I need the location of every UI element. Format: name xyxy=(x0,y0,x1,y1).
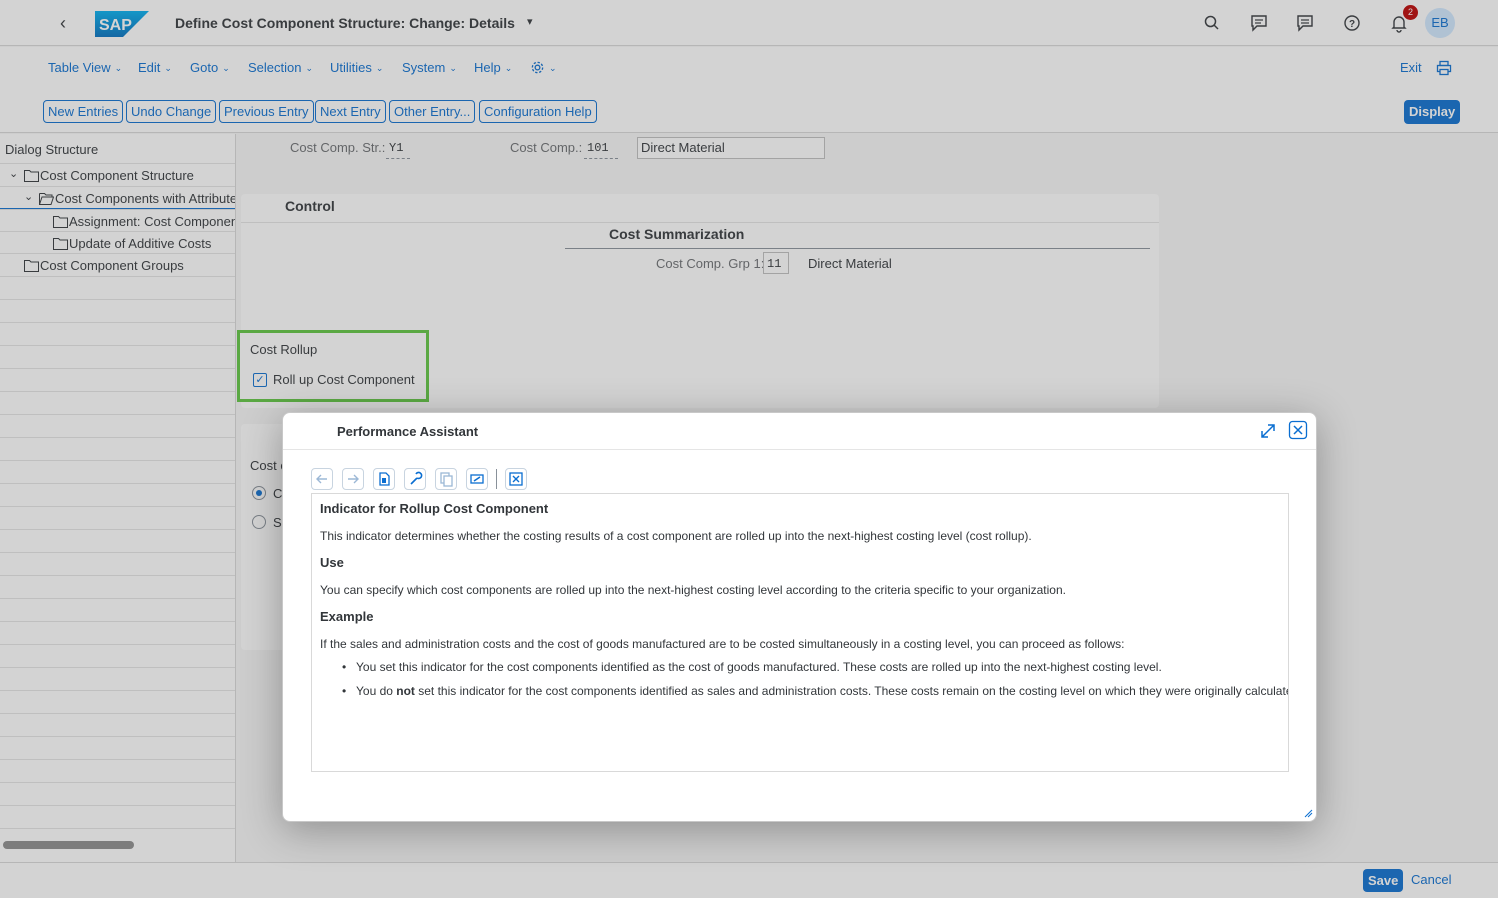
example-text: If the sales and administration costs an… xyxy=(320,637,1125,651)
help-document: Indicator for Rollup Cost Component This… xyxy=(311,493,1289,772)
document-icon xyxy=(379,472,390,486)
bullet-marker: • xyxy=(342,660,347,674)
wrench-icon xyxy=(410,471,423,485)
bullet-2: You do not set this indicator for the co… xyxy=(356,684,1289,698)
close-icon[interactable] xyxy=(1288,420,1308,440)
copy-button[interactable] xyxy=(435,468,457,490)
bullet-2-pre: You do xyxy=(356,684,397,698)
forward-arrow-button[interactable] xyxy=(342,468,364,490)
resize-grip-icon[interactable] xyxy=(1303,808,1313,818)
close-document-button[interactable] xyxy=(505,468,527,490)
toolbar-separator xyxy=(496,469,497,489)
expand-icon[interactable] xyxy=(1258,421,1278,441)
technical-info-button[interactable] xyxy=(404,468,426,490)
document-button[interactable] xyxy=(373,468,395,490)
doc-title: Indicator for Rollup Cost Component xyxy=(320,501,549,516)
close-icon xyxy=(509,472,523,486)
back-arrow-button[interactable] xyxy=(311,468,333,490)
arrow-left-icon xyxy=(316,474,327,484)
edit-icon xyxy=(470,474,484,484)
bullet-2-post: set this indicator for the cost componen… xyxy=(414,684,1289,698)
example-heading: Example xyxy=(320,609,374,624)
copy-icon xyxy=(440,472,453,487)
edit-button[interactable] xyxy=(466,468,488,490)
bullet-2-bold: not xyxy=(396,684,415,698)
bullet-marker: • xyxy=(342,684,347,698)
use-text: You can specify which cost components ar… xyxy=(320,583,1066,597)
use-heading: Use xyxy=(320,555,344,570)
arrow-right-icon xyxy=(348,474,359,484)
doc-intro: This indicator determines whether the co… xyxy=(320,529,1032,543)
dialog-header-divider xyxy=(283,449,1316,450)
performance-assistant-dialog: Performance Assistant Indicator for Roll… xyxy=(282,412,1317,822)
dialog-title: Performance Assistant xyxy=(337,424,479,439)
bullet-1: You set this indicator for the cost comp… xyxy=(356,660,1162,674)
